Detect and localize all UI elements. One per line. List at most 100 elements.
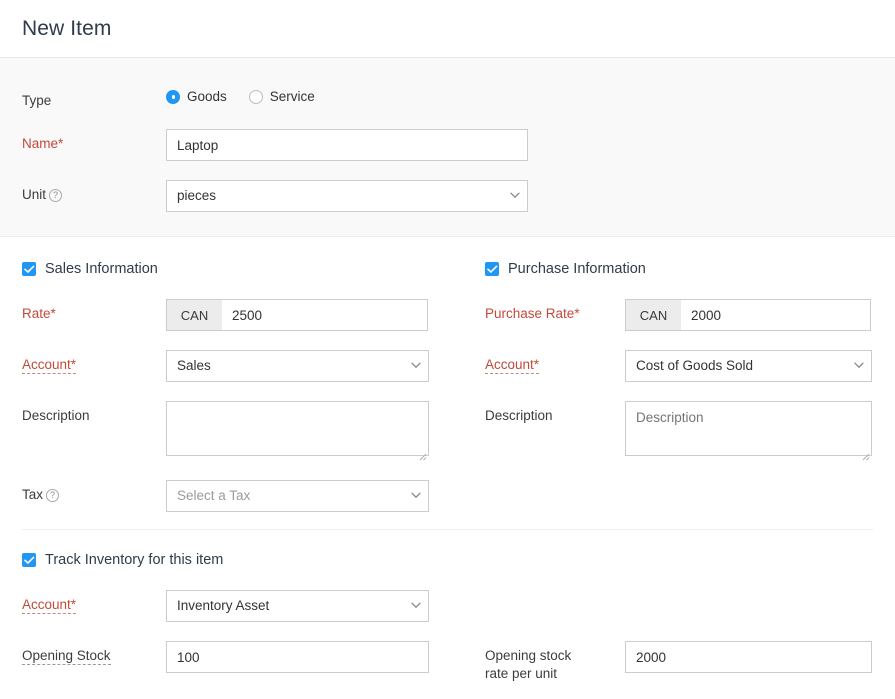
- track-inventory-title: Track Inventory for this item: [45, 552, 223, 568]
- unit-select[interactable]: pieces: [166, 180, 528, 212]
- purchase-account-label-inner: Account: [485, 357, 534, 372]
- opening-stock-rate-label: Opening stock rate per unit: [485, 641, 625, 683]
- sales-rate-input[interactable]: [222, 299, 428, 331]
- type-radio-group: Goods Service: [166, 86, 337, 104]
- sales-account-select[interactable]: Sales: [166, 350, 429, 382]
- field-row-name: Name*: [22, 129, 873, 161]
- field-row-purchase-account: Account* Cost of Goods Sold: [485, 350, 873, 382]
- radio-option-goods[interactable]: Goods: [166, 89, 227, 104]
- sales-information-column: Sales Information Rate* CAN Account*: [22, 261, 485, 512]
- purchase-rate-label-text: Purchase Rate: [485, 306, 574, 321]
- sales-account-select-wrap: Sales: [166, 350, 429, 382]
- track-inventory-checkbox-icon: [22, 553, 36, 567]
- purchase-description-label: Description: [485, 401, 625, 425]
- field-row-unit: Unit? pieces: [22, 180, 873, 212]
- sales-account-label-text: Account*: [22, 357, 76, 374]
- field-row-inventory-account: Account* Inventory Asset: [22, 590, 485, 622]
- sales-description-textarea[interactable]: [166, 401, 429, 456]
- opening-stock-label: Opening Stock: [22, 641, 166, 665]
- sales-rate-label: Rate*: [22, 299, 166, 323]
- inventory-left-column: Account* Inventory Asset Opening Stock: [22, 590, 485, 683]
- purchase-account-select[interactable]: Cost of Goods Sold: [625, 350, 872, 382]
- purchase-rate-currency-prefix: CAN: [625, 299, 681, 331]
- inventory-right-column: Opening stock rate per unit: [485, 590, 873, 683]
- field-row-type: Type Goods Service: [22, 86, 873, 110]
- sales-information-title: Sales Information: [45, 261, 158, 277]
- unit-label: Unit?: [22, 180, 166, 204]
- sales-tax-value: Select a Tax: [177, 488, 250, 503]
- inventory-account-value: Inventory Asset: [177, 598, 269, 613]
- radio-goods-icon: [166, 90, 180, 104]
- question-mark-icon[interactable]: ?: [46, 489, 59, 502]
- field-row-purchase-rate: Purchase Rate* CAN: [485, 299, 873, 331]
- purchase-rate-label: Purchase Rate*: [485, 299, 625, 323]
- sales-purchase-section: Sales Information Rate* CAN Account*: [0, 237, 895, 512]
- inventory-account-label: Account*: [22, 590, 166, 614]
- sales-rate-label-text: Rate: [22, 306, 51, 321]
- unit-label-text: Unit: [22, 187, 46, 202]
- unit-select-wrap: pieces: [166, 180, 528, 212]
- track-inventory-toggle[interactable]: Track Inventory for this item: [22, 552, 873, 568]
- purchase-information-toggle[interactable]: Purchase Information: [485, 261, 873, 277]
- track-inventory-section: Track Inventory for this item Account* I…: [0, 530, 895, 683]
- type-label: Type: [22, 86, 166, 110]
- opening-stock-rate-input[interactable]: [625, 641, 872, 673]
- item-basic-info-section: Type Goods Service Name* Unit? pieces: [0, 58, 895, 237]
- purchase-description-textarea[interactable]: [625, 401, 872, 456]
- purchase-account-label-text: Account*: [485, 357, 539, 374]
- purchase-information-column: Purchase Information Purchase Rate* CAN …: [485, 261, 873, 512]
- radio-service-icon: [249, 90, 263, 104]
- sales-tax-select-wrap: Select a Tax: [166, 480, 429, 512]
- sales-information-toggle[interactable]: Sales Information: [22, 261, 485, 277]
- field-row-sales-description: Description: [22, 401, 485, 461]
- inventory-account-label-text: Account*: [22, 597, 76, 614]
- inventory-account-select-wrap: Inventory Asset: [166, 590, 429, 622]
- radio-goods-label: Goods: [187, 89, 227, 104]
- purchase-rate-input-group: CAN: [625, 299, 871, 331]
- sales-rate-input-group: CAN: [166, 299, 428, 331]
- sales-account-value: Sales: [177, 358, 211, 373]
- sales-account-required-asterisk: *: [71, 357, 76, 372]
- purchase-account-value: Cost of Goods Sold: [636, 358, 753, 373]
- field-row-sales-rate: Rate* CAN: [22, 299, 485, 331]
- field-row-purchase-description: Description: [485, 401, 873, 461]
- inventory-account-label-inner: Account: [22, 597, 71, 612]
- name-label-text: Name: [22, 136, 58, 151]
- purchase-description-wrap: [625, 401, 872, 461]
- sales-tax-select[interactable]: Select a Tax: [166, 480, 429, 512]
- field-row-sales-account: Account* Sales: [22, 350, 485, 382]
- question-mark-icon[interactable]: ?: [49, 189, 62, 202]
- inventory-account-select[interactable]: Inventory Asset: [166, 590, 429, 622]
- radio-service-label: Service: [270, 89, 315, 104]
- sales-account-label-inner: Account: [22, 357, 71, 372]
- purchase-rate-input[interactable]: [681, 299, 871, 331]
- name-input[interactable]: [166, 129, 528, 161]
- inventory-account-required-asterisk: *: [71, 597, 76, 612]
- purchase-account-label: Account*: [485, 350, 625, 374]
- opening-stock-label-text: Opening Stock: [22, 648, 111, 665]
- page-title: New Item: [22, 17, 112, 41]
- purchase-rate-required-asterisk: *: [574, 306, 579, 321]
- sales-tax-label: Tax?: [22, 480, 166, 504]
- name-label: Name*: [22, 129, 166, 153]
- sales-description-label: Description: [22, 401, 166, 425]
- name-required-asterisk: *: [58, 136, 63, 151]
- purchase-account-required-asterisk: *: [534, 357, 539, 372]
- unit-select-value: pieces: [177, 188, 216, 203]
- opening-stock-input[interactable]: [166, 641, 429, 673]
- sales-tax-label-text: Tax: [22, 487, 43, 502]
- field-row-sales-tax: Tax? Select a Tax: [22, 480, 485, 512]
- inventory-two-column-layout: Account* Inventory Asset Opening Stock: [22, 590, 873, 683]
- page-header: New Item: [0, 0, 895, 58]
- opening-stock-rate-label-line1: Opening stock: [485, 648, 571, 663]
- field-row-opening-stock-rate: Opening stock rate per unit: [485, 641, 873, 683]
- two-column-layout: Sales Information Rate* CAN Account*: [22, 261, 873, 512]
- sales-rate-currency-prefix: CAN: [166, 299, 222, 331]
- sales-description-wrap: [166, 401, 429, 461]
- purchase-information-title: Purchase Information: [508, 261, 646, 277]
- field-row-opening-stock: Opening Stock: [22, 641, 485, 673]
- opening-stock-rate-label-line2: rate per unit: [485, 666, 557, 681]
- sales-information-checkbox-icon: [22, 262, 36, 276]
- purchase-information-checkbox-icon: [485, 262, 499, 276]
- radio-option-service[interactable]: Service: [249, 89, 315, 104]
